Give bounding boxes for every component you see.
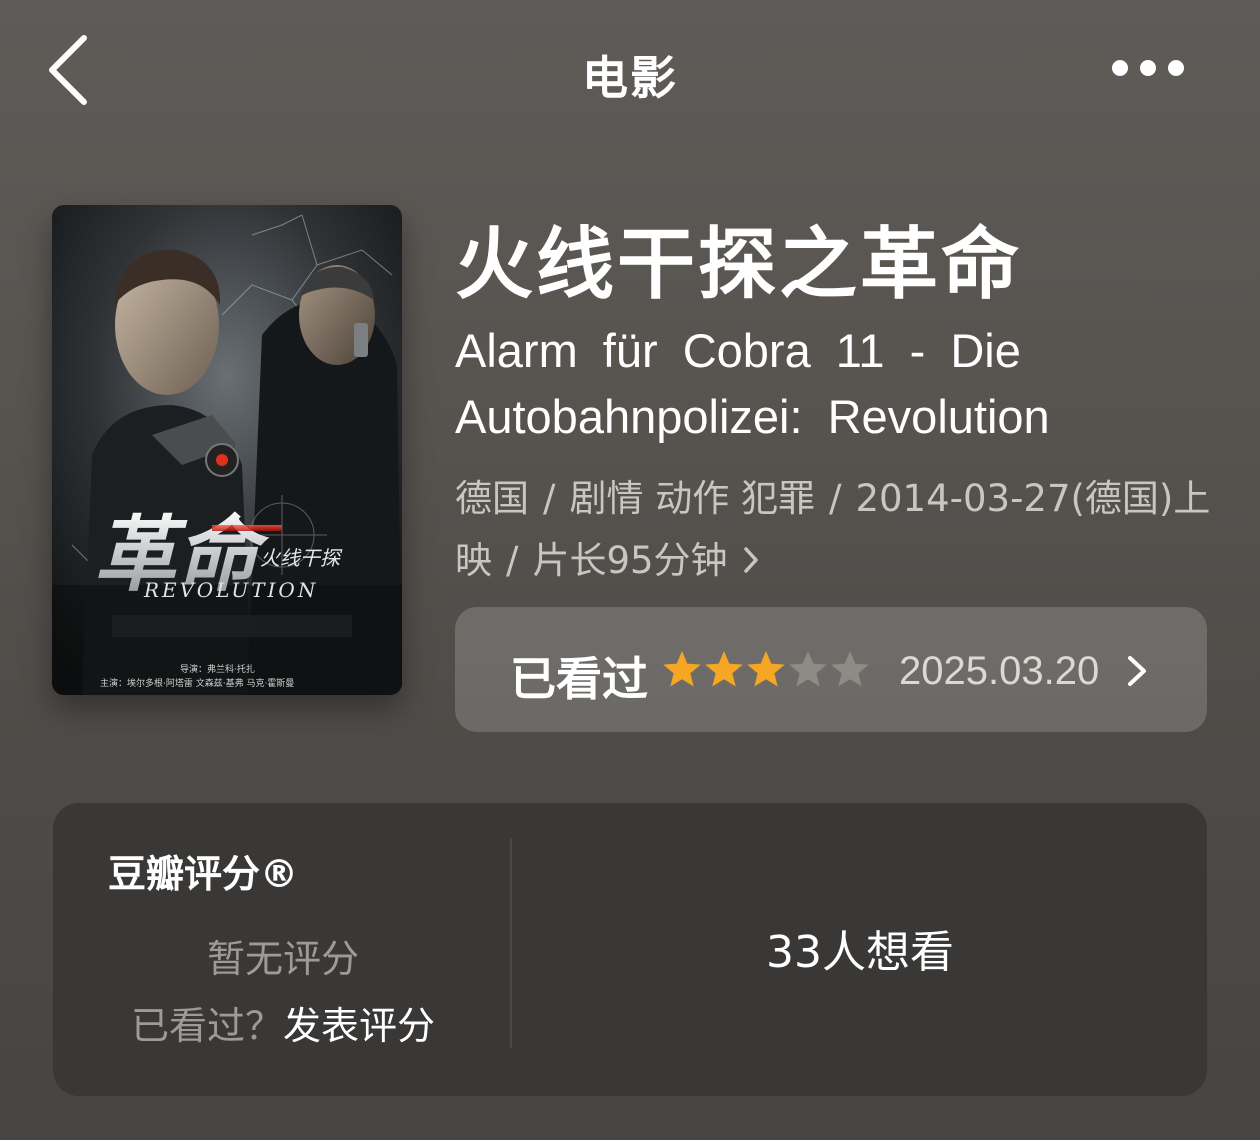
movie-country: 德国 (455, 477, 529, 520)
movie-poster[interactable]: 革命 火线干探 REVOLUTION 导演：弗兰科·托扎 主演：埃尔多根·阿塔雷… (52, 205, 402, 695)
chevron-right-icon (1125, 653, 1149, 689)
rating-stars (662, 649, 872, 689)
want-to-watch-count[interactable]: 33人想看 (513, 916, 1207, 980)
movie-original-title: Alarm für Cobra 11 - Die Autobahnpolizei… (455, 324, 1050, 443)
movie-title: 火线干探之革命 (455, 220, 1023, 310)
douban-rating-card: 豆瓣评分® 暂无评分 已看过？发表评分 33人想看 (53, 803, 1207, 1096)
movie-genres: 剧情 动作 犯罪 (569, 477, 815, 520)
page-title: 电影 (582, 51, 678, 105)
meta-separator: / (506, 539, 519, 582)
star-filled-icon (704, 649, 744, 689)
meta-separator: / (829, 477, 842, 520)
poster-credits-cast: 主演：埃尔多根·阿塔雷 文森兹·基弗 马克·霍斯曼 (100, 677, 294, 689)
star-empty-icon (830, 649, 870, 689)
chevron-right-icon (742, 532, 760, 594)
more-button[interactable] (1100, 50, 1200, 90)
poster-credits-director: 导演：弗兰科·托扎 (180, 663, 255, 675)
movie-runtime: 片长95分钟 (532, 539, 728, 582)
poster-title-en: REVOLUTION (143, 578, 318, 602)
rate-button[interactable]: 发表评分 (283, 1004, 435, 1048)
card-divider (510, 838, 512, 1048)
star-filled-icon (662, 649, 702, 689)
no-rating-text: 暂无评分 (206, 937, 359, 981)
star-filled-icon (746, 649, 786, 689)
navigation-bar: 电影 (0, 0, 1260, 145)
more-horizontal-icon (1112, 60, 1184, 76)
meta-separator: / (543, 477, 556, 520)
watched-status-bar[interactable]: 已看过 2025.03.20 (455, 607, 1207, 732)
movie-meta-info[interactable]: 德国 / 剧情 动作 犯罪/2014-03-27(德国)上映 / 片长95分钟 (455, 468, 1215, 594)
star-empty-icon (788, 649, 828, 689)
poster-title-small: 火线干探 (260, 546, 343, 570)
rate-prompt: 已看过？发表评分 (53, 995, 513, 1050)
watched-label: 已看过 (510, 652, 648, 706)
douban-rating-title: 豆瓣评分® (108, 852, 299, 896)
watched-question: 已看过？ (130, 1004, 283, 1048)
watched-date: 2025.03.20 (899, 649, 1100, 693)
